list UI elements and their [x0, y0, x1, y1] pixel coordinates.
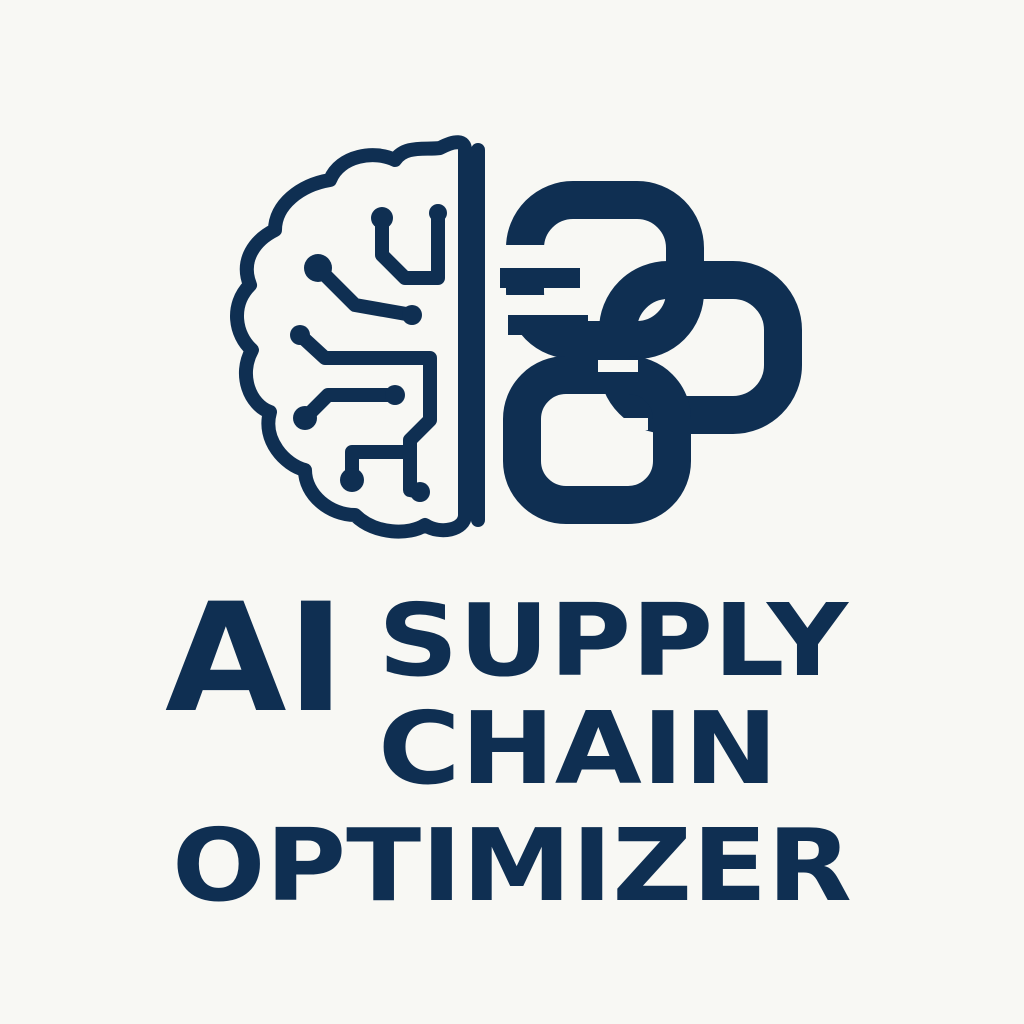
wordmark: AI SUPPLY CHAIN OPTIMIZER — [165, 572, 852, 924]
wordmark-line-3: OPTIMIZER — [172, 807, 852, 924]
wordmark-line-2: CHAIN — [378, 690, 778, 807]
wordmark-line-1: SUPPLY — [378, 582, 850, 699]
wordmark-prefix: AI — [165, 572, 345, 746]
